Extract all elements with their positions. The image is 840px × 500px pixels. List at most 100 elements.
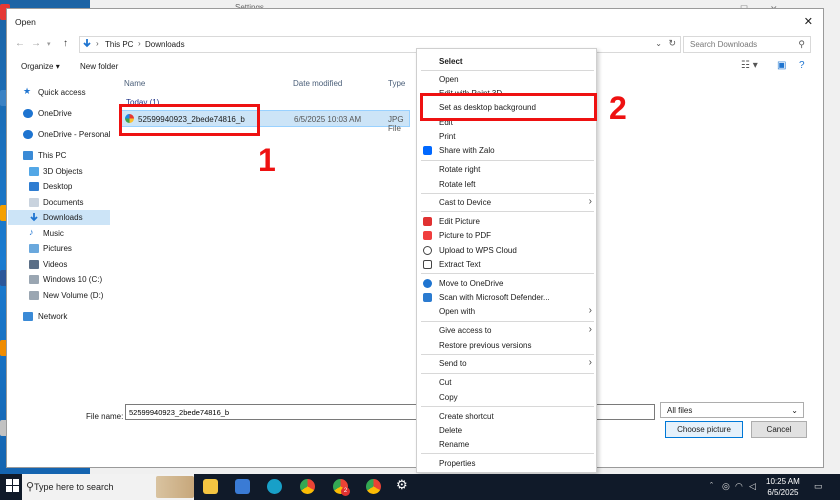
nav-item-network[interactable]: Network [8, 309, 110, 324]
menu-item-select[interactable]: Select [417, 55, 598, 68]
nav-item-windows-c[interactable]: Windows 10 (C:) [8, 272, 110, 287]
breadcrumb-separator: › [138, 39, 141, 48]
organize-button[interactable]: Organize ▾ [21, 62, 60, 71]
taskbar: ⚲ Type here to search 2 ⚙ ˆ ◎ ◠ ◁ 10:25 … [0, 474, 840, 500]
menu-separator [421, 406, 594, 407]
menu-item-create-shortcut[interactable]: Create shortcut [417, 410, 598, 423]
menu-item-upload-to-wps-cloud[interactable]: Upload to WPS Cloud [417, 244, 598, 257]
cancel-button[interactable]: Cancel [751, 421, 807, 438]
search-input[interactable]: Search Downloads ⚲ [683, 36, 811, 53]
menu-item-edit-picture[interactable]: Edit Picture [417, 215, 598, 228]
view-options-icon[interactable]: ☷ ▾ [741, 60, 758, 71]
chevron-down-icon: ⌄ [791, 406, 798, 415]
menu-item-restore-previous-versions[interactable]: Restore previous versions [417, 339, 598, 352]
nav-item-music[interactable]: ♪ Music [8, 226, 110, 241]
nav-item-documents[interactable]: Documents [8, 195, 110, 210]
menu-item-delete[interactable]: Delete [417, 424, 598, 437]
breadcrumb-downloads[interactable]: Downloads [145, 40, 185, 49]
notification-center-icon[interactable]: ▭ [814, 481, 823, 492]
menu-item-open-with[interactable]: Open with › [417, 305, 598, 318]
system-clock[interactable]: 10:25 AM 6/5/2025 [766, 476, 800, 498]
column-header-name[interactable]: Name [124, 79, 145, 93]
help-icon[interactable]: ? [799, 60, 805, 71]
menu-item-open[interactable]: Open [417, 73, 598, 86]
store-icon[interactable] [235, 479, 250, 494]
menu-item-label: Edit Picture [439, 217, 480, 226]
menu-item-extract-text[interactable]: Extract Text [417, 258, 598, 271]
breadcrumb-this-pc[interactable]: This PC [105, 40, 133, 49]
nav-item-quick-access[interactable]: ★ Quick access [8, 85, 110, 100]
menu-item-share-with-zalo[interactable]: Share with Zalo [417, 144, 598, 157]
nav-label: Downloads [43, 213, 83, 222]
nav-label: New Volume (D:) [43, 291, 104, 300]
nav-item-desktop[interactable]: Desktop [8, 179, 110, 194]
menu-item-copy[interactable]: Copy [417, 391, 598, 404]
menu-item-rotate-left[interactable]: Rotate left [417, 178, 598, 191]
column-header-date[interactable]: Date modified [293, 79, 342, 93]
network-icon[interactable]: ◎ [722, 481, 730, 492]
menu-item-label: Rotate right [439, 165, 481, 174]
nav-item-new-volume-d[interactable]: New Volume (D:) [8, 288, 110, 303]
column-header-type[interactable]: Type [388, 79, 405, 93]
windows-start-icon[interactable] [6, 479, 20, 493]
nav-item-videos[interactable]: Videos [8, 257, 110, 272]
pictures-icon [29, 244, 39, 253]
recent-chevron-icon[interactable]: ▾ [47, 40, 51, 48]
menu-separator [421, 193, 594, 194]
file-date: 6/5/2025 10:03 AM [294, 115, 362, 124]
preview-pane-icon[interactable]: ▣ [777, 60, 786, 71]
nav-item-downloads[interactable]: Downloads [8, 210, 110, 225]
file-explorer-icon[interactable] [203, 479, 218, 494]
volume-icon[interactable]: ◁ [749, 481, 756, 492]
menu-item-picture-to-pdf[interactable]: Picture to PDF [417, 229, 598, 242]
tray-chevron-icon[interactable]: ˆ [710, 481, 713, 491]
new-folder-button[interactable]: New folder [80, 62, 118, 71]
nav-item-3d-objects[interactable]: 3D Objects [8, 164, 110, 179]
nav-label: Desktop [43, 182, 73, 191]
menu-item-send-to[interactable]: Send to › [417, 357, 598, 370]
nav-label: 3D Objects [43, 167, 83, 176]
chrome-alt-icon[interactable] [366, 479, 381, 494]
pdf-icon [423, 231, 432, 240]
nav-item-pictures[interactable]: Pictures [8, 241, 110, 256]
menu-item-label: Select [439, 57, 463, 66]
nav-item-this-pc[interactable]: This PC [8, 148, 110, 163]
choose-picture-button[interactable]: Choose picture [665, 421, 743, 438]
refresh-icon[interactable]: ↻ [668, 38, 676, 49]
menu-item-print[interactable]: Print [417, 130, 598, 143]
forward-arrow-icon[interactable]: → [31, 38, 41, 49]
menu-item-label: Restore previous versions [439, 341, 532, 350]
menu-item-scan-with-defender[interactable]: Scan with Microsoft Defender... [417, 291, 598, 304]
drive-icon [29, 291, 39, 300]
up-arrow-icon[interactable]: ↑ [63, 38, 68, 49]
edge-icon[interactable] [267, 479, 282, 494]
menu-item-label: Create shortcut [439, 412, 494, 421]
menu-item-rotate-right[interactable]: Rotate right [417, 163, 598, 176]
extract-text-icon [423, 260, 432, 269]
taskbar-search-box[interactable]: ⚲ Type here to search [22, 474, 194, 500]
back-arrow-icon[interactable]: ← [15, 38, 25, 49]
settings-gear-icon[interactable]: ⚙ [396, 477, 408, 492]
menu-item-label: Print [439, 132, 456, 141]
menu-item-cut[interactable]: Cut [417, 376, 598, 389]
annotation-number-2: 2 [609, 90, 627, 126]
menu-item-rename[interactable]: Rename [417, 438, 598, 451]
menu-separator [421, 354, 594, 355]
menu-item-cast-to-device[interactable]: Cast to Device › [417, 196, 598, 209]
menu-item-properties[interactable]: Properties [417, 457, 598, 470]
menu-item-label: Delete [439, 426, 463, 435]
menu-separator [421, 321, 594, 322]
taskbar-search-placeholder: Type here to search [34, 482, 114, 492]
nav-item-onedrive-personal[interactable]: OneDrive - Personal [8, 127, 110, 142]
wifi-icon[interactable]: ◠ [735, 481, 743, 492]
chrome-icon[interactable] [300, 479, 315, 494]
menu-item-give-access-to[interactable]: Give access to › [417, 324, 598, 337]
menu-item-move-to-onedrive[interactable]: Move to OneDrive [417, 277, 598, 290]
nav-item-onedrive[interactable]: OneDrive [8, 106, 110, 121]
submenu-arrow-icon: › [588, 324, 592, 335]
file-type-filter[interactable]: All files ⌄ [660, 402, 804, 418]
menu-item-label: Cast to Device [439, 198, 492, 207]
menu-separator [421, 453, 594, 454]
close-icon[interactable]: ✕ [804, 15, 813, 28]
chevron-down-icon[interactable]: ⌄ [655, 39, 662, 48]
